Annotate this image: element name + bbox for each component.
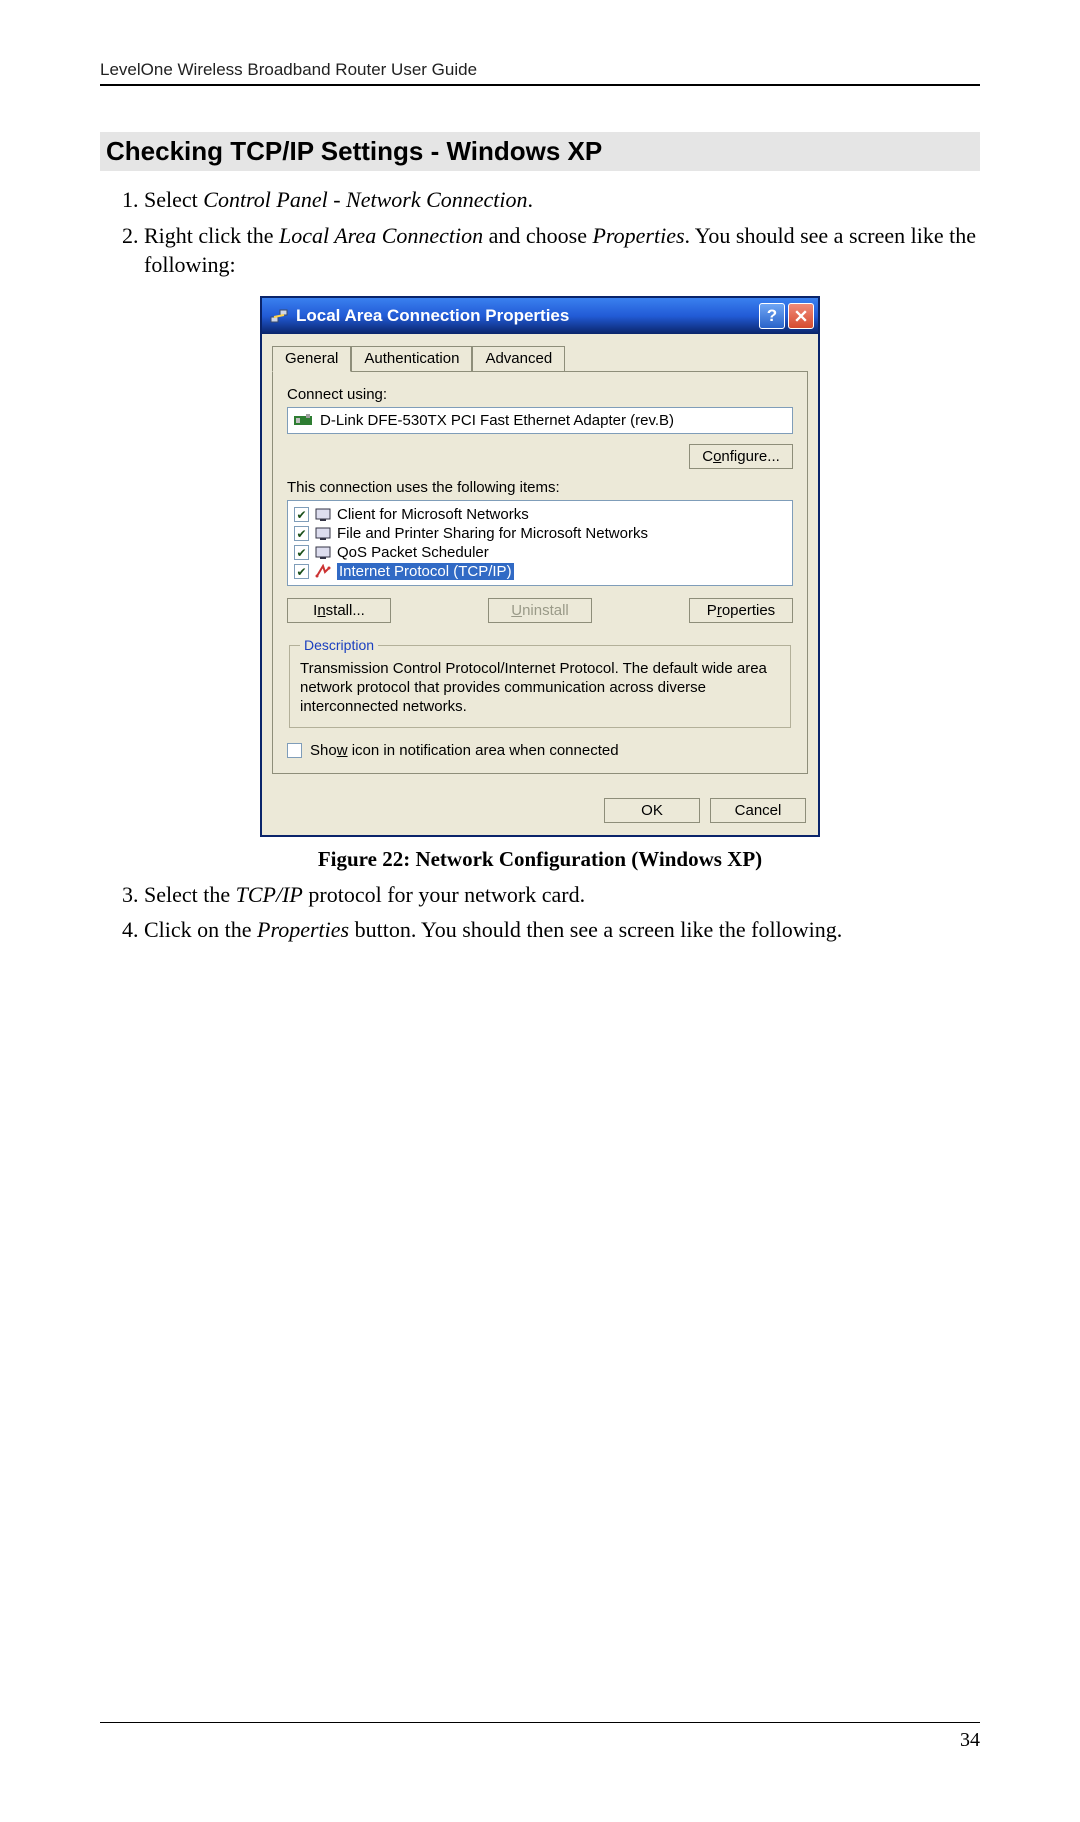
items-listbox[interactable]: ✔ Client for Microsoft Networks ✔ File	[287, 500, 793, 586]
doc-header: LevelOne Wireless Broadband Router User …	[100, 60, 980, 86]
step-3: Select the TCP/IP protocol for your netw…	[144, 880, 980, 910]
description-text: Transmission Control Protocol/Internet P…	[300, 659, 780, 717]
show-icon-label: Show icon in notification area when conn…	[310, 742, 619, 759]
configure-post: nfigure...	[721, 448, 779, 465]
tab-general[interactable]: General	[272, 346, 351, 372]
help-button[interactable]: ?	[759, 303, 785, 329]
step-3-b: TCP/IP	[236, 882, 303, 907]
show-icon-pre: Sho	[310, 742, 337, 759]
tcpip-icon	[315, 564, 331, 580]
step-1-text: Select	[144, 187, 203, 212]
qos-icon	[315, 545, 331, 561]
description-group: Description Transmission Control Protoco…	[289, 637, 791, 728]
share-icon	[315, 526, 331, 542]
tab-strip: General Authentication Advanced	[272, 346, 808, 372]
step-1: Select Control Panel - Network Connectio…	[144, 185, 980, 215]
install-u: n	[317, 602, 325, 619]
adapter-text: D-Link DFE-530TX PCI Fast Ethernet Adapt…	[320, 412, 674, 429]
show-icon-checkbox[interactable]: ✔	[287, 743, 302, 758]
title-text: Local Area Connection Properties	[296, 306, 569, 326]
steps-list-bottom: Select the TCP/IP protocol for your netw…	[100, 880, 980, 945]
step-4-a: Click on the	[144, 917, 257, 942]
step-4: Click on the Properties button. You shou…	[144, 915, 980, 945]
install-button[interactable]: Install...	[287, 598, 391, 623]
client-icon	[315, 507, 331, 523]
checkbox-icon[interactable]: ✔	[294, 526, 309, 541]
step-3-a: Select the	[144, 882, 236, 907]
checkbox-icon[interactable]: ✔	[294, 507, 309, 522]
checkbox-icon[interactable]: ✔	[294, 564, 309, 579]
tab-panel-general: Connect using: D-Link DFE-530TX PCI Fast…	[272, 371, 808, 774]
page-number: 34	[960, 1729, 980, 1751]
tab-authentication[interactable]: Authentication	[351, 346, 472, 372]
properties-button[interactable]: Properties	[689, 598, 793, 623]
step-2-a: Right click the	[144, 223, 279, 248]
items-label: This connection uses the following items…	[287, 479, 793, 496]
list-item-label: QoS Packet Scheduler	[337, 544, 489, 561]
properties-post: operties	[722, 602, 775, 619]
step-4-b: Properties	[257, 917, 349, 942]
uninstall-u: U	[511, 602, 522, 619]
step-2-b: Local Area Connection	[279, 223, 483, 248]
uninstall-post: ninstall	[522, 602, 569, 619]
list-item[interactable]: ✔ File and Printer Sharing for Microsoft…	[292, 524, 788, 543]
step-2-d: Properties	[592, 223, 684, 248]
configure-button[interactable]: Configure...	[689, 444, 793, 469]
show-icon-u: w	[337, 742, 348, 759]
connection-icon	[270, 307, 288, 325]
cancel-button[interactable]: Cancel	[710, 798, 806, 823]
section-title: Checking TCP/IP Settings - Windows XP	[100, 132, 980, 171]
nic-icon	[294, 414, 312, 428]
step-3-c: protocol for your network card.	[303, 882, 585, 907]
properties-pre: P	[707, 602, 717, 619]
ok-button[interactable]: OK	[604, 798, 700, 823]
step-2-c: and choose	[483, 223, 592, 248]
uninstall-button: Uninstall	[488, 598, 592, 623]
tab-advanced[interactable]: Advanced	[472, 346, 565, 372]
figure-caption: Figure 22: Network Configuration (Window…	[318, 847, 762, 872]
list-item[interactable]: ✔ Client for Microsoft Networks	[292, 505, 788, 524]
step-2: Right click the Local Area Connection an…	[144, 221, 980, 280]
list-item-label: Internet Protocol (TCP/IP)	[337, 563, 514, 580]
checkbox-icon[interactable]: ✔	[294, 545, 309, 560]
configure-pre: C	[702, 448, 713, 465]
step-1-tail: .	[528, 187, 534, 212]
titlebar[interactable]: Local Area Connection Properties ?	[262, 298, 818, 334]
description-legend: Description	[300, 637, 378, 653]
steps-list-top: Select Control Panel - Network Connectio…	[100, 185, 980, 280]
step-4-c: button. You should then see a screen lik…	[349, 917, 842, 942]
close-button[interactable]	[788, 303, 814, 329]
list-item-label: Client for Microsoft Networks	[337, 506, 529, 523]
xp-dialog: Local Area Connection Properties ? Gener…	[260, 296, 820, 837]
page-footer: 34	[100, 1722, 980, 1752]
connect-using-label: Connect using:	[287, 386, 793, 403]
list-item[interactable]: ✔ QoS Packet Scheduler	[292, 543, 788, 562]
list-item[interactable]: ✔ Internet Protocol (TCP/IP)	[292, 562, 788, 581]
adapter-field[interactable]: D-Link DFE-530TX PCI Fast Ethernet Adapt…	[287, 407, 793, 434]
step-1-italic: Control Panel - Network Connection	[203, 187, 527, 212]
install-post: stall...	[326, 602, 365, 619]
show-icon-post: icon in notification area when connected	[348, 742, 619, 759]
list-item-label: File and Printer Sharing for Microsoft N…	[337, 525, 648, 542]
